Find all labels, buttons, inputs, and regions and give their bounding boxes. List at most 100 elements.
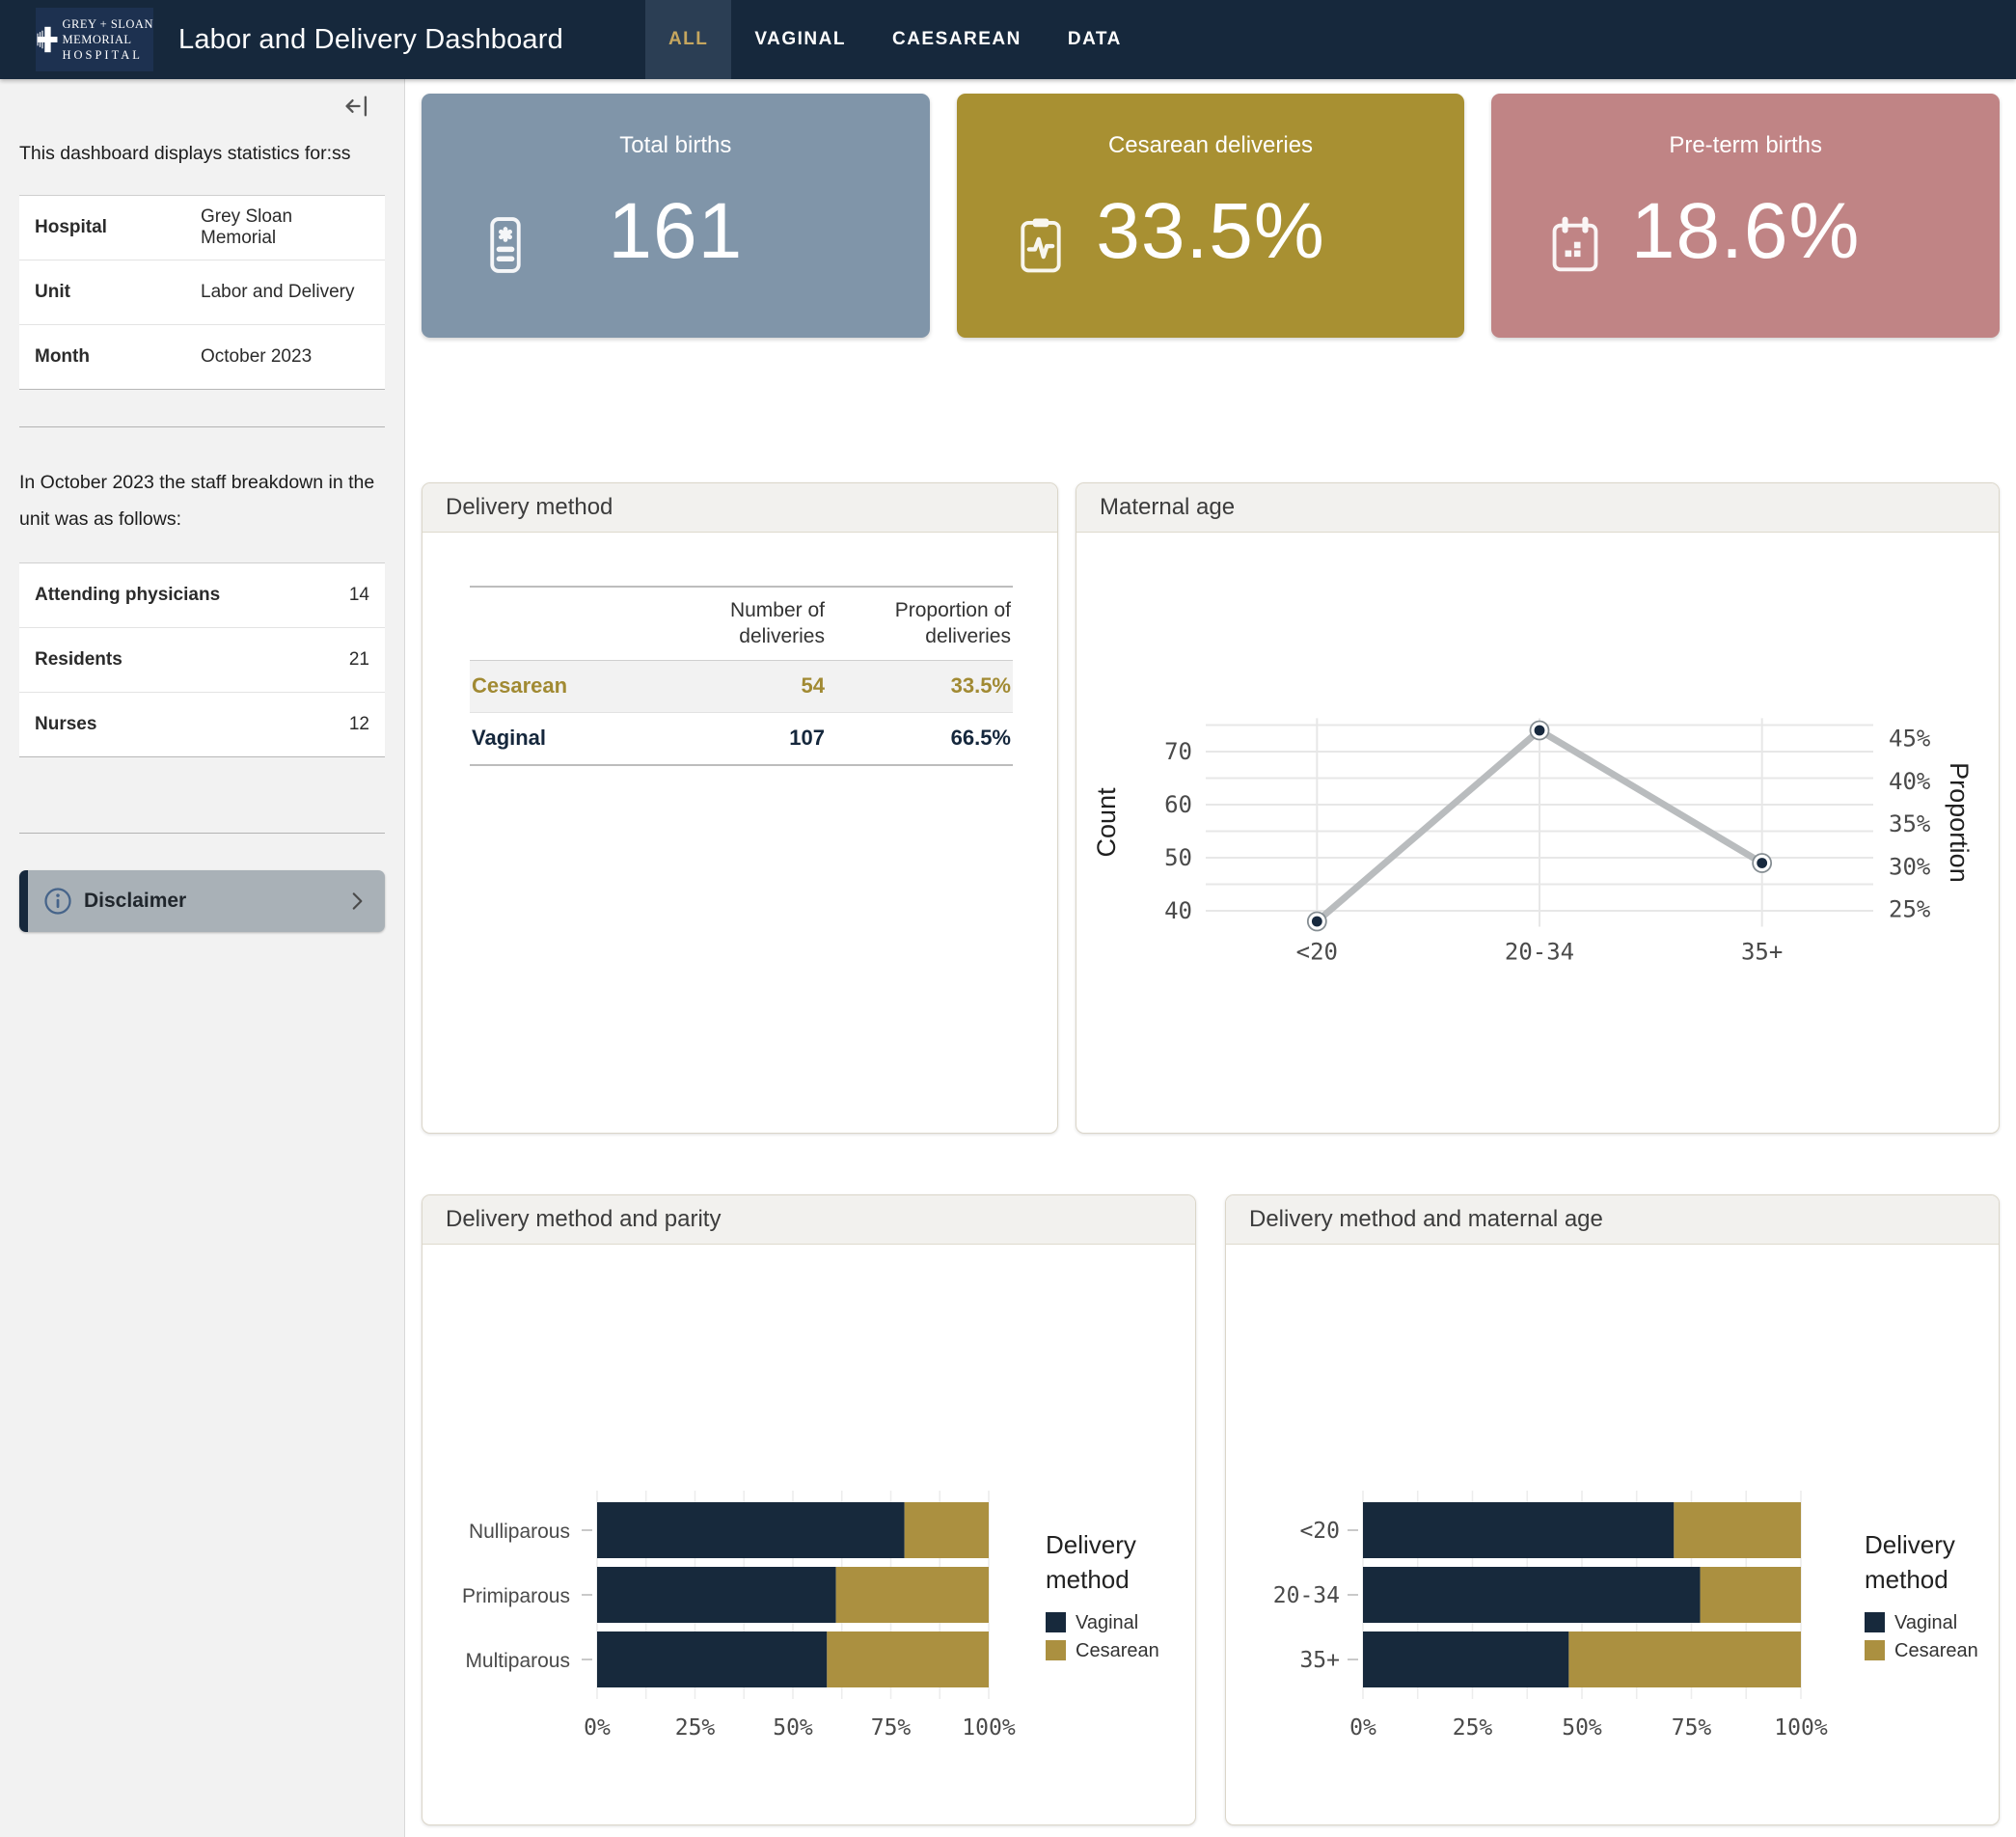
category-label: <20 bbox=[1299, 1519, 1340, 1544]
x-axis-tick-label: 25% bbox=[675, 1715, 716, 1741]
card-title: Delivery method and maternal age bbox=[1226, 1195, 1999, 1245]
x-axis-tick-label: 100% bbox=[962, 1715, 1016, 1741]
sidebar-collapse-button[interactable] bbox=[341, 91, 371, 124]
navbar-tabs: ALL VAGINAL CAESAREAN DATA bbox=[645, 0, 1145, 79]
legend-title: method bbox=[1865, 1565, 1948, 1594]
x-axis-tick-label: 100% bbox=[1774, 1715, 1828, 1741]
table-row: Residents 21 bbox=[19, 628, 385, 693]
y2-axis-tick-label: 25% bbox=[1889, 896, 1931, 923]
y2-axis-tick-label: 45% bbox=[1889, 726, 1931, 753]
chevron-right-icon bbox=[344, 889, 369, 914]
table-row: Nurses 12 bbox=[19, 693, 385, 757]
data-point bbox=[1757, 858, 1767, 868]
value-box-preterm-births: Pre-term births 18.6% bbox=[1491, 94, 2000, 338]
info-value: October 2023 bbox=[185, 325, 385, 390]
cell-number: 107 bbox=[640, 712, 827, 765]
info-label: Unit bbox=[19, 260, 185, 325]
y-axis-tick-label: 50 bbox=[1164, 844, 1192, 871]
data-point bbox=[1312, 917, 1322, 927]
y-axis-tick-label: 40 bbox=[1164, 897, 1192, 924]
info-value: Grey Sloan Memorial bbox=[185, 196, 385, 260]
category-label: 35+ bbox=[1299, 1648, 1340, 1673]
x-axis-tick-label: 25% bbox=[1453, 1715, 1493, 1741]
age-stacked-bar-chart: <2020-3435+0%25%50%75%100%Deliverymethod… bbox=[1226, 1245, 2000, 1825]
brand: GREY + SLOAN MEMORIAL HOSPITAL Labor and… bbox=[0, 0, 563, 79]
row-label: Vaginal bbox=[470, 712, 640, 765]
parity-card: Delivery method and parity NulliparousPr… bbox=[422, 1194, 1196, 1825]
info-icon bbox=[43, 887, 72, 916]
app-title: Labor and Delivery Dashboard bbox=[178, 24, 563, 56]
x-axis-tick-label: 75% bbox=[871, 1715, 912, 1741]
cell-number: 54 bbox=[640, 660, 827, 712]
y2-axis-title: Proportion bbox=[1945, 762, 1974, 883]
column-header: Proportion of deliveries bbox=[827, 587, 1013, 660]
value-box-total-births: Total births 161 bbox=[422, 94, 930, 338]
staff-count: 12 bbox=[314, 693, 385, 757]
staff-intro-text: In October 2023 the staff breakdown in t… bbox=[19, 464, 385, 537]
bar-segment-vaginal bbox=[1363, 1502, 1674, 1558]
staff-table: Attending physicians 14 Residents 21 Nur… bbox=[19, 562, 385, 757]
divider bbox=[19, 833, 385, 834]
x-axis-tick-label: 50% bbox=[1562, 1715, 1602, 1741]
value-box-title: Cesarean deliveries bbox=[957, 132, 1465, 159]
maternal-age-line-chart: 4050607025%30%35%40%45%<2020-3435+CountP… bbox=[1076, 533, 1999, 1134]
card-title: Delivery method and parity bbox=[422, 1195, 1195, 1245]
arrow-bar-left-icon bbox=[342, 93, 369, 120]
info-label: Month bbox=[19, 325, 185, 390]
maternal-age-card-body: 4050607025%30%35%40%45%<2020-3435+CountP… bbox=[1076, 533, 1999, 1134]
category-label: 20-34 bbox=[1273, 1583, 1340, 1608]
cell-proportion: 66.5% bbox=[827, 712, 1013, 765]
column-header: Number of deliveries bbox=[640, 587, 827, 660]
table-row: Unit Labor and Delivery bbox=[19, 260, 385, 325]
x-axis-tick-label: <20 bbox=[1296, 939, 1338, 966]
tab-data[interactable]: DATA bbox=[1045, 0, 1145, 79]
delivery-method-card-body: Number of deliveries Proportion of deliv… bbox=[422, 533, 1057, 1133]
legend-title: method bbox=[1046, 1565, 1130, 1594]
tab-vaginal[interactable]: VAGINAL bbox=[731, 0, 869, 79]
data-point bbox=[1535, 726, 1545, 736]
value-box-value: 161 bbox=[422, 186, 930, 277]
x-axis-tick-label: 75% bbox=[1672, 1715, 1712, 1741]
tab-all[interactable]: ALL bbox=[645, 0, 731, 79]
staff-label: Nurses bbox=[19, 693, 314, 757]
row-stacked-bars: Delivery method and parity NulliparousPr… bbox=[422, 1194, 2000, 1825]
y2-axis-tick-label: 40% bbox=[1889, 768, 1931, 795]
card-title: Maternal age bbox=[1076, 483, 1999, 533]
y2-axis-tick-label: 30% bbox=[1889, 853, 1931, 880]
value-box-value: 18.6% bbox=[1491, 186, 2000, 277]
table-row-cesarean: Cesarean 54 33.5% bbox=[470, 660, 1013, 712]
category-label: Primiparous bbox=[462, 1585, 570, 1607]
x-axis-tick-label: 35+ bbox=[1741, 939, 1783, 966]
x-axis-tick-label: 20-34 bbox=[1505, 939, 1574, 966]
hospital-cross-icon bbox=[36, 13, 58, 67]
category-label: Multiparous bbox=[465, 1650, 570, 1672]
legend-swatch-cesarean bbox=[1865, 1640, 1885, 1660]
legend-swatch-vaginal bbox=[1046, 1612, 1066, 1632]
staff-count: 21 bbox=[314, 628, 385, 693]
table-row: Month October 2023 bbox=[19, 325, 385, 390]
table-row: Hospital Grey Sloan Memorial bbox=[19, 196, 385, 260]
info-label: Hospital bbox=[19, 196, 185, 260]
bar-segment-vaginal bbox=[1363, 1631, 1568, 1687]
hospital-logo: GREY + SLOAN MEMORIAL HOSPITAL bbox=[36, 8, 153, 71]
x-axis-tick-label: 0% bbox=[1349, 1715, 1376, 1741]
y2-axis-tick-label: 35% bbox=[1889, 810, 1931, 837]
card-title: Delivery method bbox=[422, 483, 1057, 533]
table-header-row: Number of deliveries Proportion of deliv… bbox=[470, 587, 1013, 660]
age-method-card-body: <2020-3435+0%25%50%75%100%Deliverymethod… bbox=[1226, 1245, 1999, 1825]
legend-label: Vaginal bbox=[1894, 1612, 1957, 1633]
value-box-value: 33.5% bbox=[957, 186, 1465, 277]
delivery-method-card: Delivery method Number of deliveries Pro… bbox=[422, 482, 1058, 1134]
bar-segment-vaginal bbox=[1363, 1567, 1701, 1623]
bar-segment-vaginal bbox=[597, 1567, 836, 1623]
hospital-logo-text: GREY + SLOAN MEMORIAL HOSPITAL bbox=[62, 16, 153, 64]
tab-caesarean[interactable]: CAESAREAN bbox=[869, 0, 1045, 79]
staff-count: 14 bbox=[314, 563, 385, 628]
bar-segment-cesarean bbox=[1701, 1567, 1801, 1623]
sidebar: This dashboard displays statistics for:s… bbox=[0, 79, 405, 1837]
row-label: Cesarean bbox=[470, 660, 640, 712]
column-header bbox=[470, 587, 640, 660]
disclaimer-accordion[interactable]: Disclaimer bbox=[19, 870, 385, 932]
cell-proportion: 33.5% bbox=[827, 660, 1013, 712]
table-row: Attending physicians 14 bbox=[19, 563, 385, 628]
